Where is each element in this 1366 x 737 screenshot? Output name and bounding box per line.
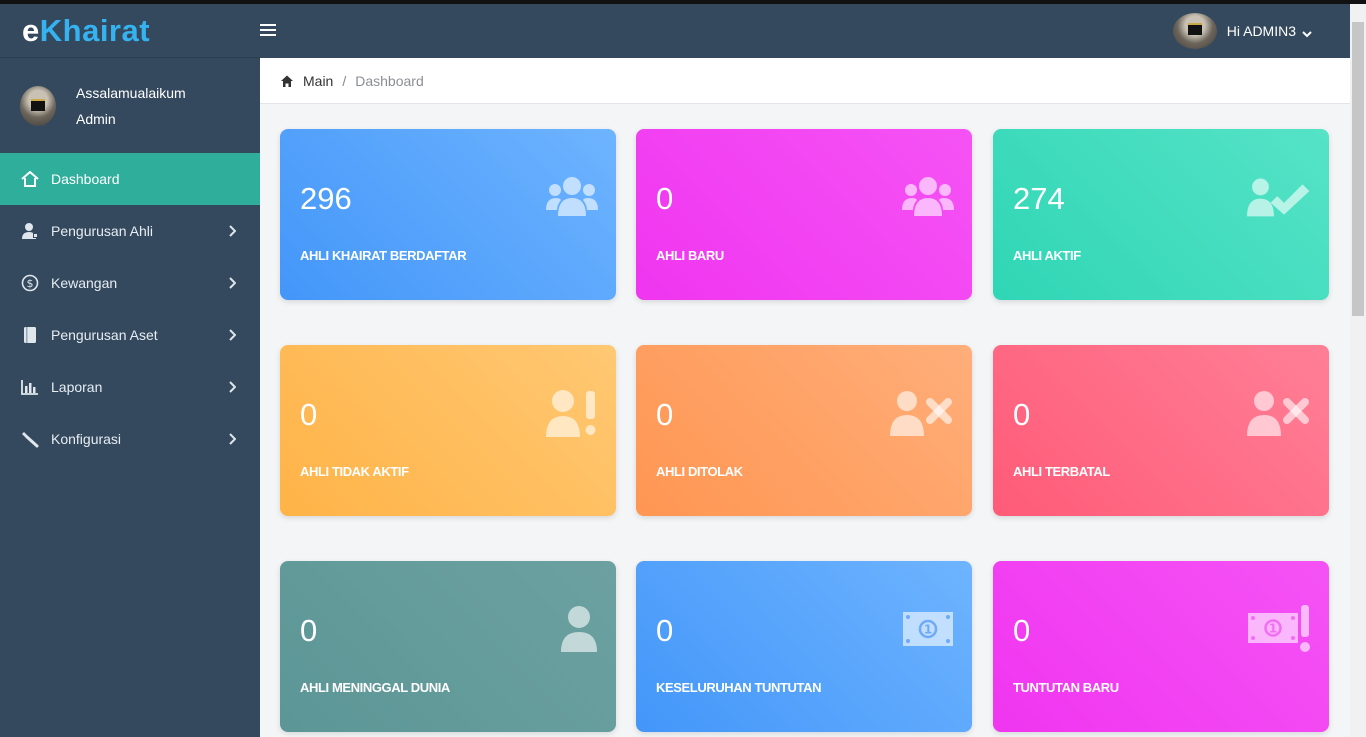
stat-card-keseluruhan-tuntutan[interactable]: 0 KESELURUHAN TUNTUTAN 1 [636,561,972,732]
sidebar-item-label: Kewangan [51,275,118,291]
sidebar: eKhairat Assalamualaikum Admin Dashboard… [0,4,260,737]
user-exclamation-icon [534,390,598,437]
hamburger-menu-icon[interactable] [260,22,276,38]
chevron-right-icon [224,275,240,291]
svg-text:1: 1 [1269,622,1277,636]
brand-prefix: e [22,12,40,48]
stat-label: AHLI KHAIRAT BERDAFTAR [300,248,467,263]
sidebar-nav: Dashboard Pengurusan Ahli $ Kewangan Pen… [0,153,260,465]
stat-value: 0 [656,181,674,216]
stat-label: AHLI AKTIF [1013,248,1081,263]
user-admin-icon [20,221,40,241]
stat-card-ahli-aktif[interactable]: 274 AHLI AKTIF [993,129,1329,300]
stat-card-ahli-khairat-berdaftar[interactable]: 296 AHLI KHAIRAT BERDAFTAR [280,129,616,300]
stat-label: AHLI TERBATAL [1013,464,1110,479]
admin-greeting: Hi ADMIN3 [1226,23,1296,39]
greeting-text: Assalamualaikum [76,84,186,101]
stat-card-ahli-terbatal[interactable]: 0 AHLI TERBATAL [993,345,1329,516]
dollar-circle-icon: $ [20,273,40,293]
user-check-icon [1247,175,1311,219]
user-icon [534,606,598,652]
sidebar-item-kewangan[interactable]: $ Kewangan [0,257,260,309]
svg-text:1: 1 [924,623,932,637]
avatar [20,85,56,126]
sidebar-item-label: Laporan [51,379,103,395]
stat-card-ahli-meninggal-dunia[interactable]: 0 AHLI MENINGGAL DUNIA [280,561,616,732]
stat-card-ahli-tidak-aktif[interactable]: 0 AHLI TIDAK AKTIF [280,345,616,516]
book-icon [20,325,40,345]
stat-value: 0 [656,397,674,432]
users-icon [890,175,954,219]
money-bill-exclamation-icon: 1 [1247,605,1311,652]
chevron-right-icon [224,223,240,239]
stat-label: TUNTUTAN BARU [1013,680,1119,695]
brand-text: eKhairat [22,13,150,49]
breadcrumb-main[interactable]: Main [303,73,333,89]
user-x-icon [890,391,954,436]
sidebar-item-label: Pengurusan Aset [51,327,158,343]
sidebar-item-pengurusan-ahli[interactable]: Pengurusan Ahli [0,205,260,257]
top-navbar: Hi ADMIN3 [260,4,1350,58]
stat-value: 0 [656,613,674,648]
sidebar-item-pengurusan-aset[interactable]: Pengurusan Aset [0,309,260,361]
sidebar-item-label: Dashboard [51,171,120,187]
stat-card-ahli-ditolak[interactable]: 0 AHLI DITOLAK [636,345,972,516]
stat-value: 0 [1013,397,1031,432]
chevron-right-icon [224,379,240,395]
stat-label: AHLI MENINGGAL DUNIA [300,680,450,695]
page-scrollbar[interactable] [1350,4,1366,737]
stat-label: KESELURUHAN TUNTUTAN [656,680,822,695]
stat-value: 296 [300,181,352,216]
breadcrumb-separator: / [342,72,347,89]
chevron-down-icon [1302,26,1312,38]
money-bill-icon: 1 [890,607,954,651]
sidebar-item-label: Pengurusan Ahli [51,223,153,239]
sidebar-item-konfigurasi[interactable]: Konfigurasi [0,413,260,465]
users-icon [534,175,598,219]
stat-value: 0 [300,613,318,648]
sidebar-item-dashboard[interactable]: Dashboard [0,153,260,205]
admin-avatar [1172,13,1217,49]
stat-label: AHLI DITOLAK [656,464,743,479]
stat-label: AHLI TIDAK AKTIF [300,464,409,479]
svg-text:$: $ [27,277,34,290]
user-panel: Assalamualaikum Admin [0,58,260,153]
bar-chart-icon [20,377,40,397]
stat-value: 0 [300,397,318,432]
stat-label: AHLI BARU [656,248,724,263]
brand-main: Khairat [39,12,151,48]
home-icon [20,169,40,189]
sidebar-item-laporan[interactable]: Laporan [0,361,260,413]
stat-value: 274 [1013,181,1065,216]
home-icon[interactable] [280,74,294,88]
wrench-icon [20,429,40,449]
stat-card-tuntutan-baru[interactable]: 0 TUNTUTAN BARU 1 [993,561,1329,732]
breadcrumb: Main / Dashboard [260,58,1350,104]
brand-logo[interactable]: eKhairat [0,4,260,58]
user-x-icon [1247,391,1311,436]
sidebar-item-label: Konfigurasi [51,431,122,447]
scrollbar-thumb[interactable] [1352,22,1364,316]
chevron-right-icon [224,431,240,447]
stat-value: 0 [1013,613,1031,648]
stat-card-ahli-baru[interactable]: 0 AHLI BARU [636,129,972,300]
user-role: Admin [76,110,116,127]
breadcrumb-current: Dashboard [355,72,424,89]
admin-user-menu[interactable]: Hi ADMIN3 [1172,13,1312,49]
chevron-right-icon [224,327,240,343]
